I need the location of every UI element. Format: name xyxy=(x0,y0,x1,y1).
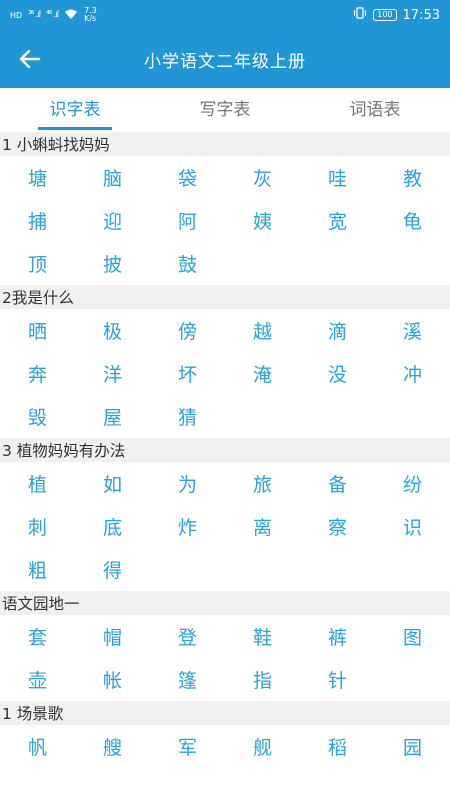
network-speed: 7.3 K/s xyxy=(84,6,97,23)
character-grid: 塘脑袋灰哇教捕迎阿姨宽龟顶披鼓 xyxy=(0,156,450,285)
character-item[interactable]: 为 xyxy=(150,462,225,505)
character-grid: 套帽登鞋裤图壶帐篷指针 xyxy=(0,615,450,701)
character-item[interactable]: 炸 xyxy=(150,505,225,548)
vibrate-icon xyxy=(353,7,367,23)
character-item[interactable]: 帽 xyxy=(75,615,150,658)
character-item[interactable]: 极 xyxy=(75,309,150,352)
character-item[interactable]: 没 xyxy=(300,352,375,395)
section-header: 1 场景歌 xyxy=(0,701,450,725)
page-title: 小学语文二年级上册 xyxy=(144,51,306,72)
character-item[interactable]: 稻 xyxy=(300,725,375,768)
character-grid: 帆艘军舰稻园 xyxy=(0,725,450,768)
character-item[interactable]: 宽 xyxy=(300,199,375,242)
status-right: 100 17:53 xyxy=(353,7,440,23)
character-item[interactable]: 坏 xyxy=(150,352,225,395)
tab-bar: 识字表 写字表 词语表 xyxy=(0,88,450,132)
character-item[interactable]: 军 xyxy=(150,725,225,768)
character-item[interactable]: 迎 xyxy=(75,199,150,242)
back-button[interactable] xyxy=(10,39,50,79)
character-item[interactable]: 针 xyxy=(300,658,375,701)
character-item[interactable]: 旅 xyxy=(225,462,300,505)
character-item[interactable]: 帐 xyxy=(75,658,150,701)
character-item[interactable]: 傍 xyxy=(150,309,225,352)
tab-writing-table[interactable]: 写字表 xyxy=(150,88,300,132)
character-item[interactable]: 捕 xyxy=(0,199,75,242)
character-item[interactable]: 顶 xyxy=(0,242,75,285)
character-item[interactable]: 鼓 xyxy=(150,242,225,285)
character-item[interactable]: 刺 xyxy=(0,505,75,548)
character-grid: 植如为旅备纷刺底炸离察识粗得 xyxy=(0,462,450,591)
signal-icon: ²⁶ .ıl xyxy=(28,10,41,20)
character-item[interactable]: 姨 xyxy=(225,199,300,242)
character-item[interactable]: 底 xyxy=(75,505,150,548)
character-item[interactable]: 越 xyxy=(225,309,300,352)
character-item[interactable]: 篷 xyxy=(150,658,225,701)
status-left: HD ²⁶ .ıl ⁴⁶ .ıl 7.3 K/s xyxy=(10,7,97,23)
character-item[interactable]: 屋 xyxy=(75,395,150,438)
character-item[interactable]: 舰 xyxy=(225,725,300,768)
character-item[interactable]: 套 xyxy=(0,615,75,658)
character-item[interactable]: 鞋 xyxy=(225,615,300,658)
character-item[interactable]: 哇 xyxy=(300,156,375,199)
character-item[interactable]: 龟 xyxy=(375,199,450,242)
hd-indicator: HD xyxy=(10,10,23,20)
section-header: 语文园地一 xyxy=(0,591,450,615)
character-item[interactable]: 如 xyxy=(75,462,150,505)
battery-indicator: 100 xyxy=(373,9,397,21)
character-grid: 晒极傍越滴溪奔洋坏淹没冲毁屋猜 xyxy=(0,309,450,438)
character-item[interactable]: 指 xyxy=(225,658,300,701)
character-item[interactable]: 奔 xyxy=(0,352,75,395)
character-item[interactable]: 植 xyxy=(0,462,75,505)
character-item[interactable]: 溪 xyxy=(375,309,450,352)
section-header: 1 小蝌蚪找妈妈 xyxy=(0,132,450,156)
character-item[interactable]: 披 xyxy=(75,242,150,285)
character-item[interactable]: 冲 xyxy=(375,352,450,395)
wifi-icon xyxy=(64,9,78,22)
character-item[interactable]: 阿 xyxy=(150,199,225,242)
character-item[interactable]: 滴 xyxy=(300,309,375,352)
tab-literacy-table[interactable]: 识字表 xyxy=(0,88,150,132)
character-item[interactable]: 壶 xyxy=(0,658,75,701)
character-item[interactable]: 毁 xyxy=(0,395,75,438)
character-item[interactable]: 袋 xyxy=(150,156,225,199)
tab-vocabulary-table[interactable]: 词语表 xyxy=(300,88,450,132)
character-item[interactable]: 裤 xyxy=(300,615,375,658)
character-item[interactable]: 离 xyxy=(225,505,300,548)
character-item[interactable]: 备 xyxy=(300,462,375,505)
character-item[interactable]: 得 xyxy=(75,548,150,591)
character-item[interactable]: 园 xyxy=(375,725,450,768)
character-item[interactable]: 帆 xyxy=(0,725,75,768)
character-item[interactable]: 脑 xyxy=(75,156,150,199)
section-header: 3 植物妈妈有办法 xyxy=(0,438,450,462)
character-item[interactable]: 图 xyxy=(375,615,450,658)
status-bar: HD ²⁶ .ıl ⁴⁶ .ıl 7.3 K/s 100 17:53 xyxy=(0,0,450,30)
character-item[interactable]: 塘 xyxy=(0,156,75,199)
character-item[interactable]: 淹 xyxy=(225,352,300,395)
character-item[interactable]: 猜 xyxy=(150,395,225,438)
clock: 17:53 xyxy=(402,7,440,23)
character-item[interactable]: 识 xyxy=(375,505,450,548)
character-item[interactable]: 灰 xyxy=(225,156,300,199)
arrow-left-icon xyxy=(19,49,41,69)
section-header: 2我是什么 xyxy=(0,285,450,309)
signal-icon-2: ⁴⁶ .ıl xyxy=(46,10,59,20)
character-item[interactable]: 察 xyxy=(300,505,375,548)
character-list[interactable]: 1 小蝌蚪找妈妈塘脑袋灰哇教捕迎阿姨宽龟顶披鼓 2我是什么晒极傍越滴溪奔洋坏淹没冲… xyxy=(0,132,450,800)
character-item[interactable]: 晒 xyxy=(0,309,75,352)
character-item[interactable]: 艘 xyxy=(75,725,150,768)
app-bar: 小学语文二年级上册 xyxy=(0,30,450,88)
character-item[interactable]: 教 xyxy=(375,156,450,199)
character-item[interactable]: 洋 xyxy=(75,352,150,395)
character-item[interactable]: 纷 xyxy=(375,462,450,505)
character-item[interactable]: 粗 xyxy=(0,548,75,591)
character-item[interactable]: 登 xyxy=(150,615,225,658)
